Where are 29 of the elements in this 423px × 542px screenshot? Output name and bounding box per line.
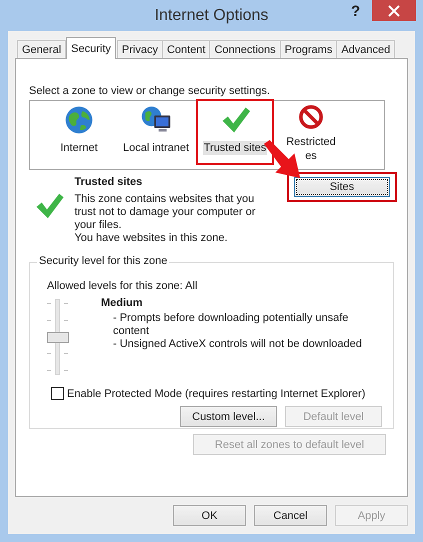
zone-label[interactable]: Restricted es [285, 135, 337, 163]
zone-label[interactable]: Internet [59, 141, 99, 155]
level-button[interactable]: Custom level... [180, 406, 277, 427]
zone-label[interactable]: Trusted sites [202, 141, 268, 155]
checkbox[interactable] [51, 387, 64, 400]
window-title: Internet Options [154, 6, 268, 24]
tab[interactable]: Advanced [336, 40, 396, 59]
zone-label[interactable]: Local intranet [122, 141, 190, 155]
globe-icon[interactable] [63, 104, 95, 136]
slider-thumb[interactable] [47, 332, 69, 342]
level-description: - Unsigned ActiveX controls will not be downloaded [112, 338, 363, 351]
checkbox-label[interactable]: Enable Protected Mode (requires restarting Internet Explorer) [67, 388, 366, 400]
zone-note: You have websites in this zone. [74, 232, 229, 245]
zone-description: This zone contains websites that you trust not to damage your computer or your files. [74, 193, 256, 232]
sites-button[interactable]: Sites [294, 177, 390, 197]
tab[interactable]: General [17, 40, 66, 59]
dialog-button[interactable]: OK [173, 505, 246, 526]
allowed-levels-label: Allowed levels for this zone: All [47, 279, 198, 293]
zone-title: Trusted sites [74, 176, 144, 189]
help-button[interactable]: ? [351, 3, 360, 20]
dialog-button[interactable]: Cancel [254, 505, 327, 526]
group-legend: Security level for this zone [37, 255, 170, 267]
level-name: Medium [101, 297, 144, 310]
tab[interactable]: Security [66, 37, 116, 59]
level-description: - Prompts before downloading potentially unsafe content [112, 312, 350, 338]
close-icon [388, 4, 400, 16]
zone-prompt: Select a zone to view or change security settings. [29, 84, 271, 98]
tab[interactable]: Privacy [116, 40, 163, 59]
close-button[interactable] [372, 0, 416, 21]
